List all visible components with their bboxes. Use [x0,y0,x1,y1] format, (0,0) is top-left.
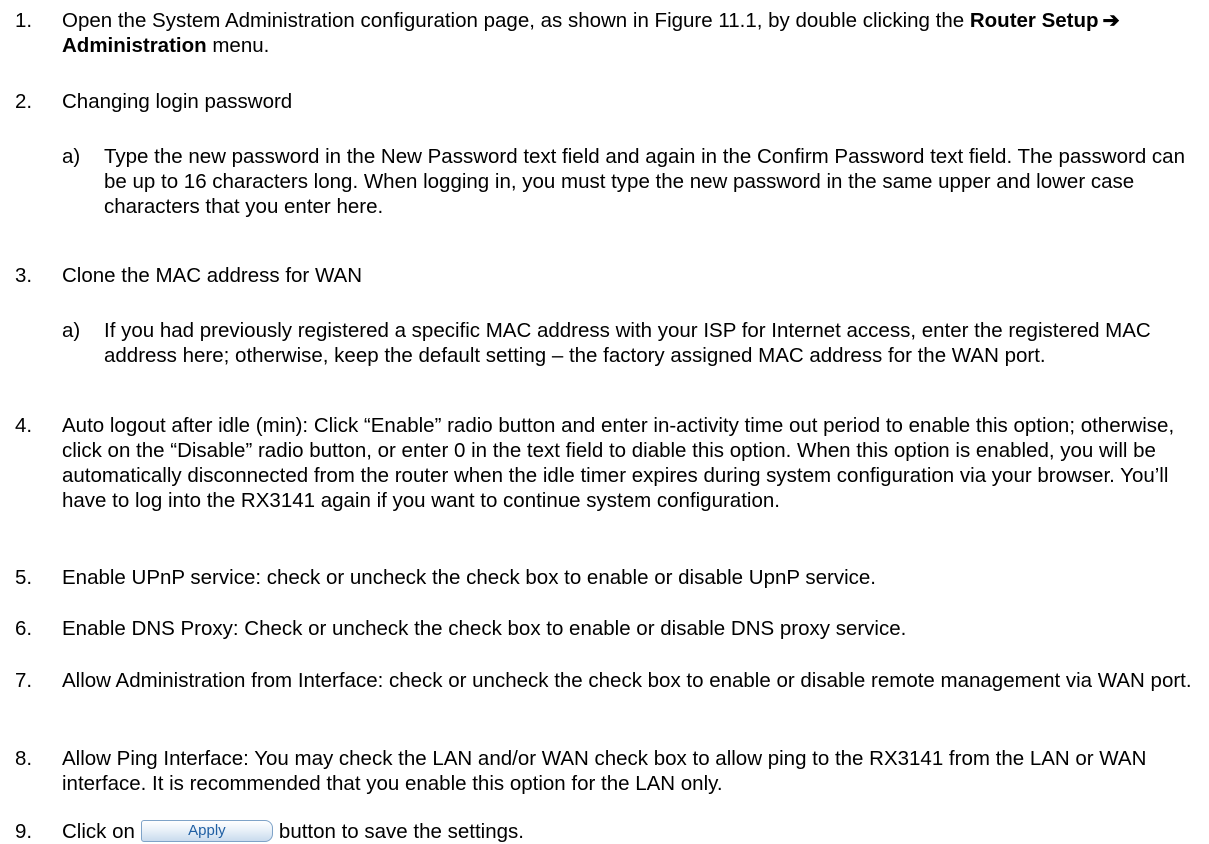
step-number: 8. [15,747,33,770]
step-text-part: Click on [62,820,135,843]
step-text: Changing login password [62,90,293,113]
step-number: 5. [15,566,33,589]
step-number: 3. [15,264,33,287]
menu-administration: Administration [62,34,207,57]
step-text-part: menu. [206,34,270,57]
step-text: Allow Ping Interface: You may check the … [62,747,1147,795]
substep-text: Type the new password in the New Passwor… [104,145,1185,218]
step-number: 9. [15,820,33,843]
step-text: Clone the MAC address for WAN [62,264,363,287]
step-text: Enable DNS Proxy: Check or uncheck the c… [62,617,907,640]
arrow-right-icon: ➔ [1102,9,1120,32]
step-text: Allow Administration from Interface: che… [62,669,1192,692]
substep-text: If you had previously registered a speci… [104,319,1151,367]
step-number: 2. [15,90,33,113]
substep-letter: a) [62,145,81,168]
step-text-part: button to save the settings. [278,820,524,843]
step-text: Click on Apply button to save the settings… [62,819,1202,844]
step-text: Auto logout after idle (min): Click “Ena… [62,414,1175,512]
step-number: 4. [15,414,33,437]
step-number: 6. [15,617,33,640]
step-number: 7. [15,669,33,692]
substep-letter: a) [62,319,81,342]
menu-router-setup: Router Setup [969,9,1099,32]
step-text-part: Open the System Administration configura… [62,9,970,32]
step-number: 1. [15,9,33,32]
step-text: Open the System Administration configura… [62,8,1202,58]
apply-button[interactable]: Apply [140,819,273,842]
step-text: Enable UPnP service: check or uncheck th… [62,566,877,589]
